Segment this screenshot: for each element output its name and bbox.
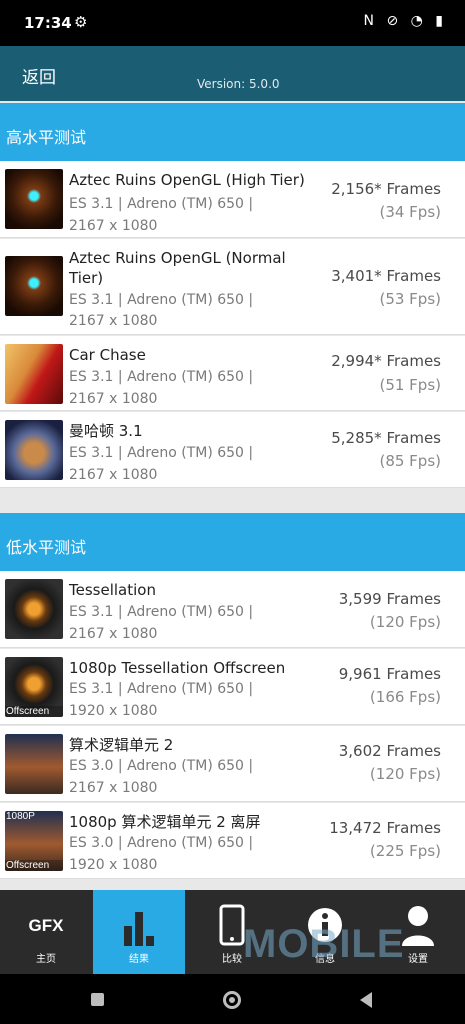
tab-results[interactable]: 结果 [93,890,185,974]
gfx-logo-icon: GFX [28,916,64,935]
test-meta-resolution: 2167 x 1080 [69,218,158,234]
car-chase-thumbnail [5,344,63,404]
score-frames: 3,602 Frames [338,742,441,760]
test-title: Aztec Ruins OpenGL (High Tier) [69,171,305,189]
test-title: Aztec Ruins OpenGL (Normal Tier) [69,249,286,287]
score-frames: 2,156* Frames [331,180,441,198]
recents-icon[interactable] [91,993,104,1006]
score-frames: 3,401* Frames [331,267,441,285]
test-meta-resolution: 2167 x 1080 [69,467,158,483]
tab-home-label: 主页 [36,954,56,965]
result-row[interactable]: 曼哈顿 3.1 ES 3.1 | Adreno (TM) 650 | 2167 … [0,412,465,488]
test-meta-resolution: 1920 x 1080 [69,703,158,719]
score-fps: (120 Fps) [369,613,441,631]
test-title: Car Chase [69,346,146,364]
test-meta-resolution: 2167 x 1080 [69,780,158,796]
score-fps: (85 Fps) [379,452,441,470]
result-row[interactable]: 1080P Offscreen 1080p 算术逻辑单元 2 离屏 ES 3.0… [0,803,465,879]
test-meta-resolution: 2167 x 1080 [69,313,158,329]
score-frames: 9,961 Frames [338,665,441,683]
score-frames: 13,472 Frames [329,819,441,837]
app-header: 返回 Version: 5.0.0 [0,46,465,101]
watermark: MOBILE [243,922,405,966]
offscreen-badge: Offscreen [5,860,63,871]
score-fps: (166 Fps) [369,688,441,706]
test-meta-resolution: 2167 x 1080 [69,391,158,407]
aztec-thumbnail [5,169,63,229]
alu2-thumbnail [5,734,63,794]
status-bar: 17:34 ⚙ N ⊘ ◔ ▮ [0,0,465,46]
back-icon[interactable] [360,992,372,1008]
test-meta-api: ES 3.1 | Adreno (TM) 650 | [69,196,254,212]
bar-chart-icon [93,904,185,946]
offscreen-badge: Offscreen [5,706,63,717]
test-meta-api: ES 3.1 | Adreno (TM) 650 | [69,369,254,385]
score-fps: (51 Fps) [379,376,441,394]
result-row[interactable]: Aztec Ruins OpenGL (Normal Tier) ES 3.1 … [0,239,465,335]
score-frames: 3,599 Frames [338,590,441,608]
section-header-high: 高水平测试 [0,103,465,161]
test-meta-api: ES 3.1 | Adreno (TM) 650 | [69,681,254,697]
settings-gear-icon: ⚙ [74,13,88,31]
status-time: 17:34 [24,14,72,32]
test-meta-api: ES 3.1 | Adreno (TM) 650 | [69,445,254,461]
test-title: 曼哈顿 3.1 [69,422,143,440]
result-row[interactable]: Tessellation ES 3.1 | Adreno (TM) 650 | … [0,571,465,648]
score-fps: (225 Fps) [369,842,441,860]
test-meta-api: ES 3.1 | Adreno (TM) 650 | [69,604,254,620]
tessellation-thumbnail [5,579,63,639]
back-button[interactable]: 返回 [22,63,56,88]
score-frames: 5,285* Frames [331,429,441,447]
aztec-thumbnail [5,256,63,316]
tab-home[interactable]: GFX 主页 [0,890,92,974]
test-meta-api: ES 3.0 | Adreno (TM) 650 | [69,758,254,774]
score-fps: (53 Fps) [379,290,441,308]
result-row[interactable]: Aztec Ruins OpenGL (High Tier) ES 3.1 | … [0,161,465,238]
test-title: 1080p 算术逻辑单元 2 离屏 [69,813,261,831]
version-label: Version: 5.0.0 [197,77,280,91]
test-title: 1080p Tessellation Offscreen [69,659,286,677]
result-row[interactable]: Car Chase ES 3.1 | Adreno (TM) 650 | 216… [0,336,465,411]
result-row[interactable]: 算术逻辑单元 2 ES 3.0 | Adreno (TM) 650 | 2167… [0,726,465,802]
score-fps: (34 Fps) [379,203,441,221]
manhattan-thumbnail [5,420,63,480]
tessellation-offscreen-thumbnail: Offscreen [5,657,63,717]
test-title: Tessellation [69,581,156,599]
tab-results-label: 结果 [129,954,149,965]
score-fps: (120 Fps) [369,765,441,783]
alu2-offscreen-thumbnail: 1080P Offscreen [5,811,63,871]
status-icons: N ⊘ ◔ ▮ [363,13,447,29]
test-meta-resolution: 1920 x 1080 [69,857,158,873]
test-meta-api: ES 3.1 | Adreno (TM) 650 | [69,292,254,308]
system-nav-bar [0,974,465,1024]
section-header-low: 低水平测试 [0,513,465,571]
test-title: 算术逻辑单元 2 [69,736,174,754]
test-meta-api: ES 3.0 | Adreno (TM) 650 | [69,835,254,851]
score-frames: 2,994* Frames [331,352,441,370]
home-icon[interactable] [223,991,241,1009]
test-meta-resolution: 2167 x 1080 [69,626,158,642]
1080p-badge: 1080P [6,811,35,822]
result-row[interactable]: Offscreen 1080p Tessellation Offscreen E… [0,649,465,725]
